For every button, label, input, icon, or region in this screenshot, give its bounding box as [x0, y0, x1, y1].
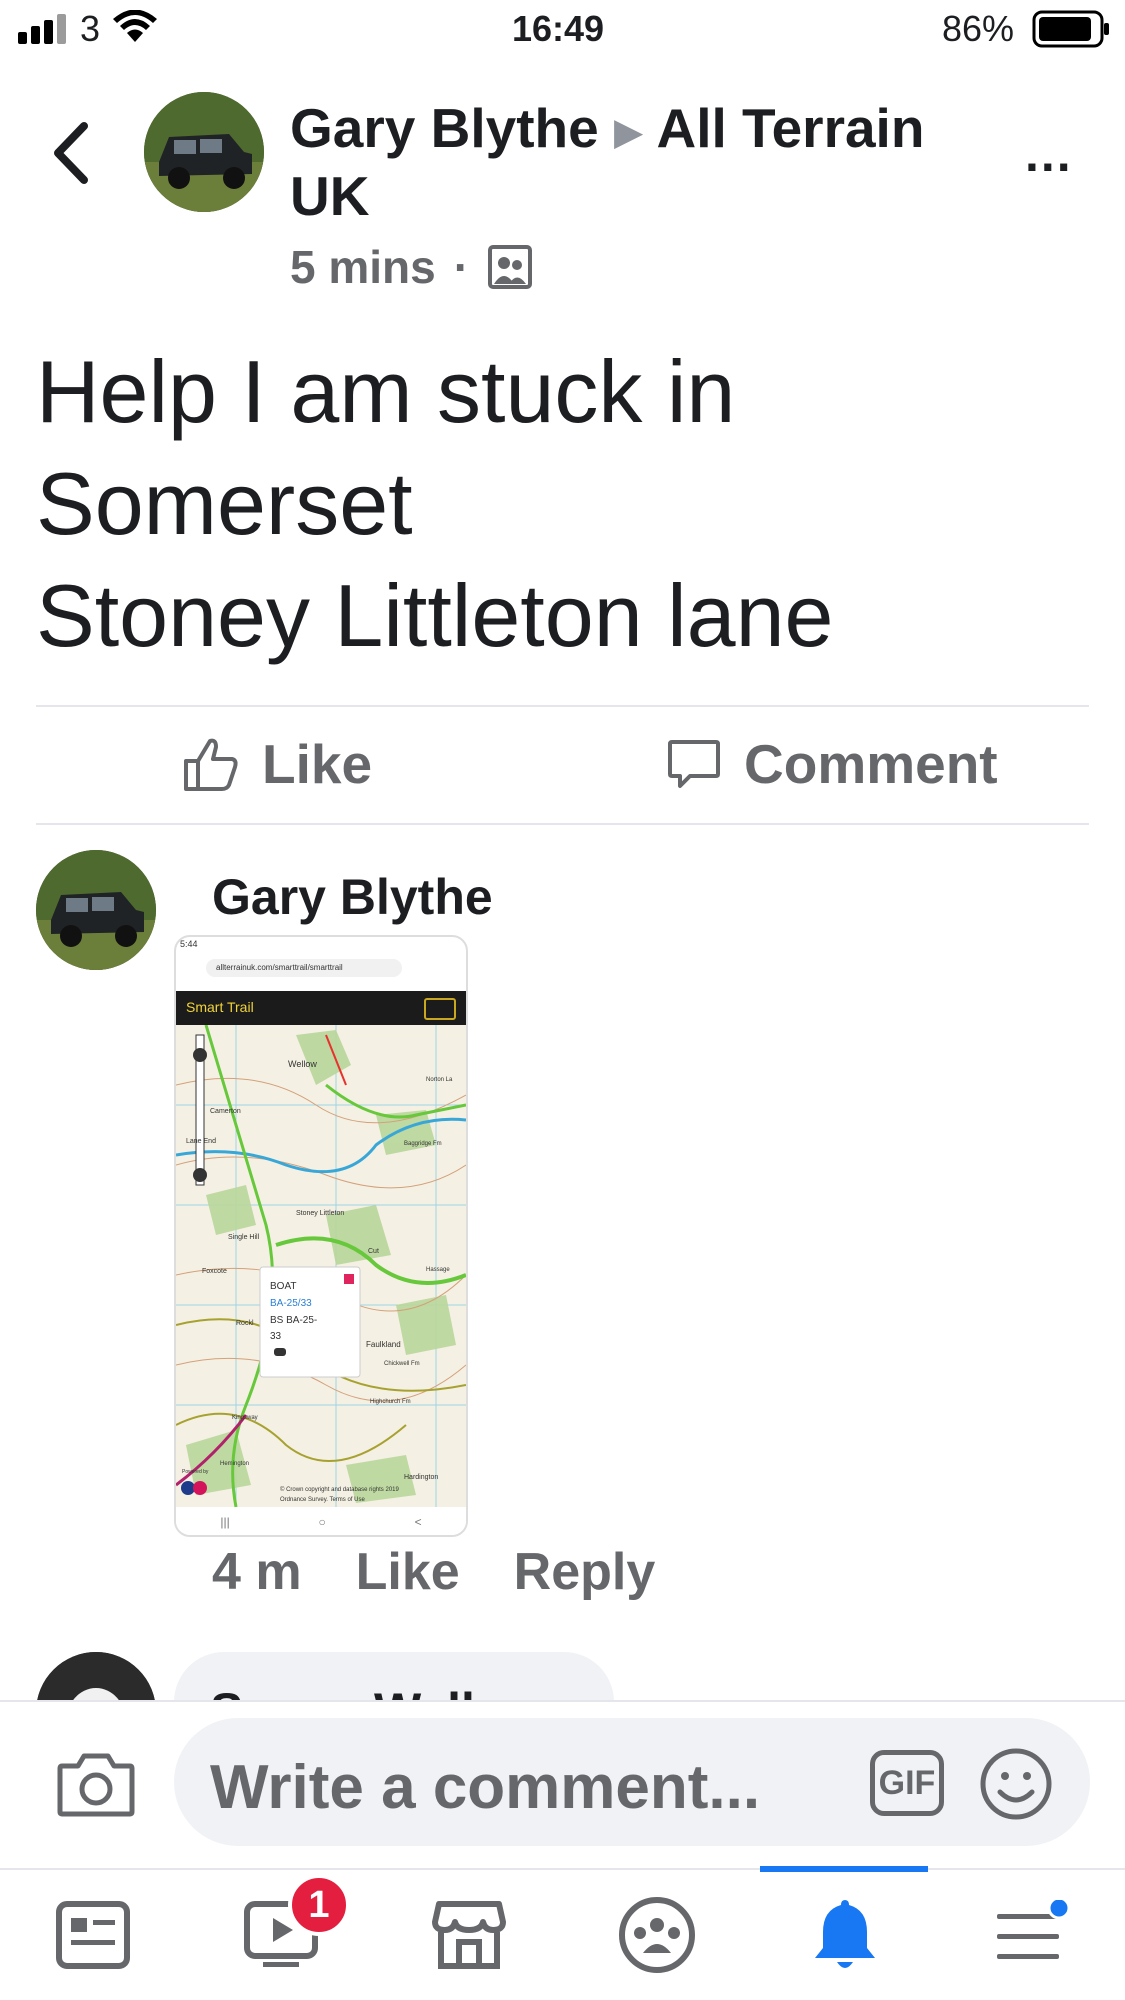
map-label-hardington: Hardington [404, 1474, 438, 1481]
comment-reply-button[interactable]: Reply [514, 1542, 656, 1602]
tab-notifications[interactable] [790, 1880, 900, 1990]
mini-menu-icon [424, 998, 456, 1020]
status-bar: 3 16:49 86% [0, 0, 1125, 60]
comment-actions: 4 m Like Reply [212, 1542, 655, 1602]
author-avatar[interactable] [144, 92, 264, 212]
like-label: Like [262, 733, 373, 795]
mini-home-icon: ○ [318, 1515, 326, 1529]
active-tab-indicator [760, 1866, 928, 1872]
battery-percent: 86% [942, 8, 1015, 49]
map-label-chickwell: Chickwell Fm [384, 1361, 420, 1367]
copyright: © Crown copyright and database rights 20… [280, 1486, 399, 1493]
mini-recent-icon: ||| [220, 1515, 230, 1529]
speech-bubble-icon [668, 740, 720, 788]
emoji-smiley-icon[interactable] [978, 1746, 1054, 1822]
post-time[interactable]: 5 mins [290, 240, 436, 294]
map-label-kingsway: Kingsway [232, 1415, 258, 1421]
map-label-stoney-littleton: Stoney Littleton [296, 1210, 344, 1217]
map-label-camerton: Camerton [210, 1108, 241, 1115]
triangle-right-icon: ▶ [614, 111, 644, 154]
map-label-hemington: Hemington [220, 1461, 249, 1467]
post-meta: 5 mins · [290, 240, 533, 294]
comment-time[interactable]: 4 m [212, 1542, 302, 1602]
post-text: Help I am stuck in Somerset Stoney Littl… [36, 342, 834, 665]
tab-groups[interactable] [602, 1880, 712, 1990]
news-feed-icon [56, 1901, 130, 1969]
mini-back-label: < [414, 1515, 422, 1529]
meta-separator-dot: · [453, 241, 470, 293]
thumbs-up-icon [184, 738, 238, 791]
popup-code: BA-25/33 [270, 1298, 312, 1309]
comment-button[interactable]: Comment [666, 732, 998, 796]
map-label-single-hill: Single Hill [228, 1234, 260, 1241]
mini-app-header: Smart Trail [176, 991, 466, 1025]
like-button[interactable]: Like [182, 732, 372, 796]
powered-by: Powered by [182, 1469, 209, 1475]
more-options-button[interactable]: ... [1025, 125, 1073, 183]
clock-time: 16:49 [512, 8, 605, 49]
map-label-norton: Norton La [426, 1077, 453, 1083]
divider [36, 705, 1089, 707]
marketplace-store-icon [432, 1901, 506, 1969]
group-audience-icon [488, 245, 533, 289]
comment-input-placeholder: Write a comment... [210, 1753, 761, 1822]
comment-like-button[interactable]: Like [356, 1542, 460, 1602]
post-header-title: Gary Blythe ▶ All Terrain UK [290, 96, 990, 228]
hamburger-menu-icon [997, 1900, 1071, 1959]
mini-app-title: Smart Trail [186, 999, 254, 1015]
comment-author-name[interactable]: Gary Blythe [212, 868, 493, 926]
map-label-lane-end: Lane End [186, 1138, 216, 1145]
map-label-hassage: Hassage [426, 1267, 450, 1273]
map-label-highchurch: Highchurch Fm [370, 1399, 411, 1405]
map-label-baggridge: Baggridge Fm [404, 1141, 442, 1147]
comment-label: Comment [744, 733, 998, 795]
tab-menu[interactable] [976, 1880, 1086, 1990]
map-label-faulkland: Faulkland [366, 1340, 401, 1349]
map-label-wellow: Wellow [288, 1059, 317, 1069]
comment-image-map-screenshot[interactable]: 5:44 allterrainuk.com/smarttrail/smarttr… [174, 935, 468, 1537]
gif-button[interactable]: GIF [870, 1750, 944, 1816]
mini-status-time: 5:44 [180, 939, 198, 949]
map-label-rockl: Rockl [236, 1320, 254, 1327]
os-map: Wellow Stoney Littleton Single Hill Foxc… [176, 1025, 466, 1507]
map-label-foxcote: Foxcote [202, 1268, 227, 1275]
groups-icon [619, 1897, 695, 1973]
carrier-label: 3 [80, 8, 101, 49]
popup-code2b: 33 [270, 1331, 282, 1342]
author-name-link[interactable]: Gary Blythe [290, 97, 599, 159]
commenter-avatar[interactable] [36, 850, 156, 970]
mini-nav-bar: ||| ○ < [176, 1509, 466, 1535]
map-label-cut: Cut [368, 1248, 379, 1255]
tab-marketplace[interactable] [414, 1880, 524, 1990]
car-photo-icon [144, 92, 264, 212]
copyright2: Ordnance Survey. Terms of Use [280, 1497, 365, 1503]
camera-icon[interactable] [56, 1748, 136, 1818]
signal-icon [18, 14, 66, 44]
back-chevron-icon[interactable] [46, 118, 96, 188]
popup-code2: BS BA-25- [270, 1315, 317, 1326]
divider [36, 823, 1089, 825]
mini-url-bar: allterrainuk.com/smarttrail/smarttrail [206, 959, 402, 977]
popup-type: BOAT [270, 1281, 296, 1292]
wifi-icon [113, 10, 157, 42]
car-photo-icon [36, 850, 156, 970]
bottom-tab-bar [0, 1868, 1125, 2000]
watch-notification-badge: 1 [288, 1874, 350, 1936]
bell-icon [815, 1900, 875, 1968]
battery-icon [1032, 10, 1109, 48]
tab-news-feed[interactable] [38, 1880, 148, 1990]
